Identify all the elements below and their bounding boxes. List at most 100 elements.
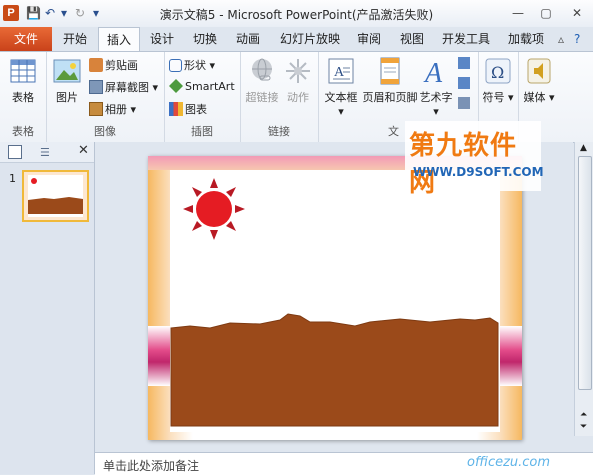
chart-button[interactable]: 图表 [169, 101, 207, 117]
watermark-url: WWW.D9SOFT.COM [413, 165, 544, 179]
sun-shape[interactable] [183, 178, 245, 240]
picture-button[interactable]: 图片 [50, 56, 84, 105]
picture-label: 图片 [56, 91, 78, 104]
group-illustrations: 形状 ▾ SmartArt 图表 插图 [164, 52, 241, 142]
media-label: 媒体 [523, 91, 546, 104]
tab-review[interactable]: 审阅 [350, 27, 388, 51]
collapse-ribbon-icon[interactable]: ▵ [558, 32, 564, 46]
table-icon [10, 59, 36, 83]
window-title: 演示文稿5 - Microsoft PowerPoint(产品激活失败) [159, 8, 434, 22]
shapes-button[interactable]: 形状 ▾ [169, 57, 215, 73]
hyperlink-label: 超链接 [245, 91, 279, 104]
chart-icon [169, 102, 183, 116]
textbox-icon: A [328, 58, 354, 84]
smartart-icon [169, 79, 183, 93]
slides-tab-icon[interactable] [8, 145, 22, 159]
pane-tabs: ☰ ✕ [0, 142, 94, 163]
group-label-table: 表格 [12, 125, 34, 138]
slides-pane: ☰ ✕ 1 [0, 142, 95, 474]
tab-file[interactable]: 文件 [0, 27, 52, 51]
group-images: 图片 剪贴画 屏幕截图 ▾ 相册 ▾ 图像 [46, 52, 165, 142]
ribbon-tabs: 文件 开始 插入 设计 切换 动画 幻灯片放映 审阅 视图 开发工具 加载项 ▵… [0, 27, 593, 53]
clipart-icon [89, 58, 103, 72]
headerfooter-label: 页眉和页脚 [362, 91, 418, 104]
svg-text:A: A [423, 58, 443, 86]
screenshot-button[interactable]: 屏幕截图 ▾ [89, 79, 158, 95]
album-label: 相册 [105, 103, 127, 116]
textbox-button[interactable]: A 文本框 ▾ [324, 56, 358, 118]
help-icon[interactable]: ? [574, 32, 580, 46]
outline-tab-icon[interactable]: ☰ [40, 146, 50, 159]
slide-thumbnail[interactable] [22, 170, 89, 222]
shapes-icon [169, 59, 182, 72]
table-button[interactable]: 表格 [6, 56, 40, 105]
object-icon[interactable] [458, 96, 472, 109]
notes-pane[interactable]: 单击此处添加备注 officezu.com [95, 452, 593, 475]
slide-drawing [170, 178, 499, 427]
album-button[interactable]: 相册 ▾ [89, 101, 136, 117]
headerfooter-icon [380, 57, 400, 85]
shapes-label: 形状 [184, 59, 206, 72]
clipart-button[interactable]: 剪贴画 [89, 57, 138, 73]
ground-shape[interactable] [170, 313, 499, 427]
group-table: 表格 表格 [0, 52, 47, 142]
tab-developer[interactable]: 开发工具 [438, 27, 494, 51]
scroll-up-icon[interactable]: ▲ [580, 143, 587, 153]
scroll-thumb[interactable] [578, 156, 592, 390]
picture-icon [53, 59, 81, 83]
group-label-images: 图像 [94, 125, 116, 138]
screenshot-icon [89, 80, 103, 94]
tab-home[interactable]: 开始 [56, 27, 94, 51]
headerfooter-button[interactable]: 页眉和页脚 [362, 56, 418, 105]
tab-insert[interactable]: 插入 [98, 27, 140, 53]
smartart-button[interactable]: SmartArt [169, 79, 235, 93]
tab-transitions[interactable]: 切换 [186, 27, 224, 51]
wordart-label: 艺术字 [419, 91, 453, 104]
action-button[interactable]: 动作 [282, 56, 314, 105]
album-icon [89, 102, 103, 116]
slide-number: 1 [9, 172, 16, 185]
slide-number-icon[interactable] [458, 76, 472, 89]
hyperlink-icon [252, 58, 272, 81]
screenshot-label: 屏幕截图 [105, 81, 149, 94]
media-button[interactable]: 媒体 ▾ [521, 56, 557, 105]
group-label-links: 链接 [268, 125, 290, 138]
smartart-label: SmartArt [185, 80, 235, 93]
group-label-illustrations: 插图 [191, 125, 213, 138]
action-icon [286, 59, 310, 83]
textbox-label: 文本框 [324, 91, 358, 104]
watermark-title: 第九软件网 [409, 131, 518, 198]
table-label: 表格 [12, 91, 34, 104]
wordart-button[interactable]: A 艺术字 ▾ [418, 56, 454, 118]
close-pane-icon[interactable]: ✕ [78, 143, 89, 158]
slide-content-area [170, 170, 500, 432]
watermark-office: officezu.com [467, 455, 551, 470]
group-links: 超链接 动作 链接 [240, 52, 319, 142]
svg-text:Ω: Ω [491, 63, 504, 82]
minimize-button[interactable]: — [507, 4, 529, 22]
next-slide-icon[interactable]: ⏷ [580, 422, 587, 432]
maximize-button[interactable]: ▢ [535, 4, 557, 22]
tab-design[interactable]: 设计 [143, 27, 181, 51]
tab-animations[interactable]: 动画 [229, 27, 267, 51]
tab-addins[interactable]: 加载项 [504, 27, 548, 51]
symbol-label: 符号 [482, 91, 505, 104]
wordart-icon: A [423, 58, 443, 86]
speaker-icon [527, 58, 551, 84]
watermark-logo: 第九软件网 WWW.D9SOFT.COM [405, 121, 544, 198]
tab-view[interactable]: 视图 [393, 27, 431, 51]
action-label: 动作 [287, 91, 309, 104]
vertical-scrollbar[interactable]: ▲ ⏶ ⏷ [574, 142, 593, 436]
clipart-label: 剪贴画 [105, 59, 138, 72]
datetime-icon[interactable] [458, 56, 472, 69]
hyperlink-button[interactable]: 超链接 [244, 56, 280, 105]
title-bar: P 💾 ↶ ▾ ↻ ▾ 演示文稿5 - Microsoft PowerPoint… [0, 0, 593, 28]
symbol-button[interactable]: Ω 符号 ▾ [481, 56, 515, 105]
notes-placeholder: 单击此处添加备注 [103, 459, 200, 473]
close-button[interactable]: ✕ [566, 4, 588, 22]
prev-slide-icon[interactable]: ⏶ [580, 410, 587, 420]
tab-slideshow[interactable]: 幻灯片放映 [277, 27, 343, 51]
chart-label: 图表 [185, 103, 207, 116]
omega-icon: Ω [485, 58, 511, 84]
slide-thumbnail-preview [24, 172, 87, 220]
